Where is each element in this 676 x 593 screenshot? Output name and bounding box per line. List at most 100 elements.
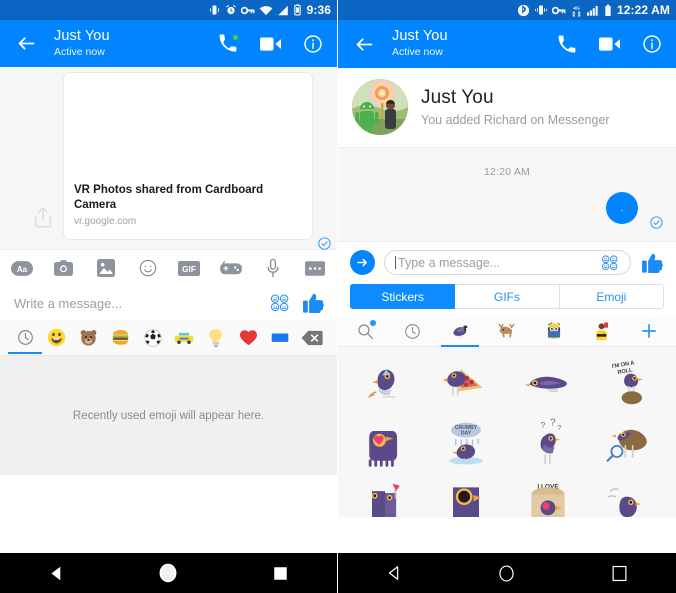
svg-text:DAY: DAY bbox=[461, 431, 472, 437]
pigeon-magnifying-glass-sticker[interactable] bbox=[589, 413, 671, 475]
tab-gifs[interactable]: GIFs bbox=[455, 284, 560, 309]
recents-nav-button[interactable] bbox=[258, 553, 304, 593]
back-nav-button[interactable] bbox=[33, 553, 79, 593]
microphone-icon[interactable] bbox=[261, 256, 285, 280]
home-nav-button[interactable] bbox=[484, 553, 530, 593]
message-input-field[interactable]: Type a message... bbox=[384, 250, 631, 275]
share-icon[interactable] bbox=[32, 205, 54, 229]
emoji-icon[interactable] bbox=[136, 256, 160, 280]
thumbs-up-icon[interactable] bbox=[301, 292, 325, 314]
call-button[interactable] bbox=[554, 32, 578, 56]
message-input[interactable]: Write a message... bbox=[14, 296, 259, 311]
conversation-titles[interactable]: Just You Active now bbox=[392, 28, 554, 59]
video-call-button[interactable] bbox=[258, 32, 282, 56]
sticker-pack-minion-tab[interactable] bbox=[541, 316, 567, 346]
profile-subtitle: You added Richard on Messenger bbox=[421, 113, 610, 128]
profile-names: Just You You added Richard on Messenger bbox=[421, 87, 610, 128]
pigeon-party-hat-sticker[interactable] bbox=[344, 351, 426, 413]
back-nav-button[interactable] bbox=[371, 553, 417, 593]
video-call-button[interactable] bbox=[597, 32, 621, 56]
pigeon-cocktail-sticker[interactable] bbox=[344, 475, 426, 517]
link-card-url: vr.google.com bbox=[74, 216, 137, 227]
more-icon[interactable] bbox=[303, 256, 327, 280]
conversation-status: Active now bbox=[392, 46, 443, 59]
left-message-thread: VR Photos shared from Cardboard Camera v… bbox=[0, 67, 337, 250]
camera-icon[interactable] bbox=[52, 256, 76, 280]
svg-text:Aa: Aa bbox=[17, 264, 28, 273]
sticker-store-add-tab[interactable] bbox=[636, 316, 662, 346]
games-icon[interactable] bbox=[219, 256, 243, 280]
right-composer: Type a message... Stickers GIFs Emoji bbox=[338, 241, 676, 316]
screenshot-stage: 9:36 Just You Active now VR Photos share… bbox=[0, 0, 676, 593]
left-composer: Aa GIF Write a message... bbox=[0, 249, 337, 320]
text-format-aa-icon[interactable]: Aa bbox=[10, 256, 34, 280]
recent-tab[interactable] bbox=[8, 323, 42, 354]
thumbs-up-icon[interactable] bbox=[640, 252, 664, 274]
emoji-picker-icon[interactable] bbox=[269, 293, 291, 313]
right-navigation-bar bbox=[338, 553, 676, 593]
pigeon-on-rock-sticker[interactable]: I'M ON A ROLL bbox=[589, 351, 671, 413]
pigeon-bread-sticker[interactable]: I LOVE bbox=[507, 475, 589, 517]
symbols-tab[interactable] bbox=[235, 323, 261, 353]
pigeon-rain-cloud-sticker[interactable]: CRUMBY DAY bbox=[426, 413, 508, 475]
emoji-picker-icon[interactable] bbox=[599, 253, 621, 273]
sticker-recent-tab[interactable] bbox=[399, 316, 425, 346]
sticker-pack-deer-tab[interactable] bbox=[494, 316, 520, 346]
avatar[interactable] bbox=[352, 79, 408, 135]
gif-icon[interactable]: GIF bbox=[177, 256, 201, 280]
sticker-pack-tabs bbox=[338, 316, 676, 347]
recents-nav-button[interactable] bbox=[597, 553, 643, 593]
sticker-pack-pigeon-tab[interactable] bbox=[440, 316, 479, 347]
pigeon-heart-eyes-sticker[interactable] bbox=[344, 413, 426, 475]
battery-icon bbox=[293, 4, 302, 17]
vpn-key-icon bbox=[240, 4, 255, 17]
sticker-pack-referee-tab[interactable] bbox=[589, 316, 615, 346]
home-nav-button[interactable] bbox=[145, 553, 191, 593]
pigeon-lying-flat-sticker[interactable] bbox=[507, 351, 589, 413]
animals-tab[interactable] bbox=[76, 323, 102, 353]
pigeon-hole-sticker[interactable] bbox=[426, 475, 508, 517]
message-input-row[interactable]: Write a message... bbox=[0, 286, 337, 320]
send-arrow-icon[interactable] bbox=[350, 250, 375, 275]
conversation-title: Just You bbox=[54, 27, 110, 44]
gallery-icon[interactable] bbox=[94, 256, 118, 280]
travel-tab[interactable] bbox=[171, 323, 197, 353]
back-button[interactable] bbox=[348, 28, 380, 60]
emoji-grid-area: Recently used emoji will appear here. bbox=[0, 356, 337, 475]
smileys-tab[interactable] bbox=[44, 323, 70, 353]
call-button[interactable] bbox=[215, 32, 239, 56]
message-input[interactable]: Type a message... bbox=[398, 256, 593, 270]
pigeon-pizza-wings-sticker[interactable] bbox=[426, 351, 508, 413]
info-button[interactable] bbox=[301, 32, 325, 56]
objects-tab[interactable] bbox=[203, 323, 229, 353]
thread-profile-header[interactable]: Just You You added Richard on Messenger bbox=[338, 68, 676, 148]
profile-name: Just You bbox=[421, 86, 494, 108]
sports-tab[interactable] bbox=[140, 323, 166, 353]
tab-stickers[interactable]: Stickers bbox=[350, 284, 456, 309]
vpn-key-icon bbox=[551, 4, 566, 17]
back-button[interactable] bbox=[10, 28, 42, 60]
conversation-status: Active now bbox=[54, 45, 105, 58]
outgoing-message-bubble[interactable]: . bbox=[606, 192, 638, 224]
message-timestamp: 12:20 AM bbox=[484, 166, 530, 178]
food-tab[interactable] bbox=[108, 323, 134, 353]
status-clock: 12:22 AM bbox=[616, 3, 670, 17]
link-attachment-card[interactable]: VR Photos shared from Cardboard Camera v… bbox=[64, 73, 312, 239]
conversation-title: Just You bbox=[392, 28, 448, 45]
app-bar-actions bbox=[554, 32, 664, 56]
info-button[interactable] bbox=[640, 32, 664, 56]
call-active-dot bbox=[233, 34, 238, 40]
conversation-titles[interactable]: Just You Active now bbox=[54, 28, 215, 59]
pigeon-running-sticker[interactable] bbox=[589, 475, 671, 517]
signal-icon bbox=[586, 4, 600, 17]
svg-text:?: ? bbox=[557, 423, 561, 432]
composer-tool-row: Aa GIF bbox=[0, 250, 337, 286]
backspace-tab[interactable] bbox=[299, 323, 325, 353]
pigeon-confused-sticker[interactable]: ? ? ? bbox=[507, 413, 589, 475]
tab-emoji[interactable]: Emoji bbox=[559, 284, 664, 309]
flags-tab[interactable] bbox=[267, 323, 293, 353]
emoji-keyboard: Recently used emoji will appear here. bbox=[0, 320, 337, 475]
media-tab-segmented-control: Stickers GIFs Emoji bbox=[350, 284, 664, 309]
sticker-search-tab[interactable] bbox=[352, 316, 378, 346]
left-phone-screen: 9:36 Just You Active now VR Photos share… bbox=[0, 0, 338, 593]
